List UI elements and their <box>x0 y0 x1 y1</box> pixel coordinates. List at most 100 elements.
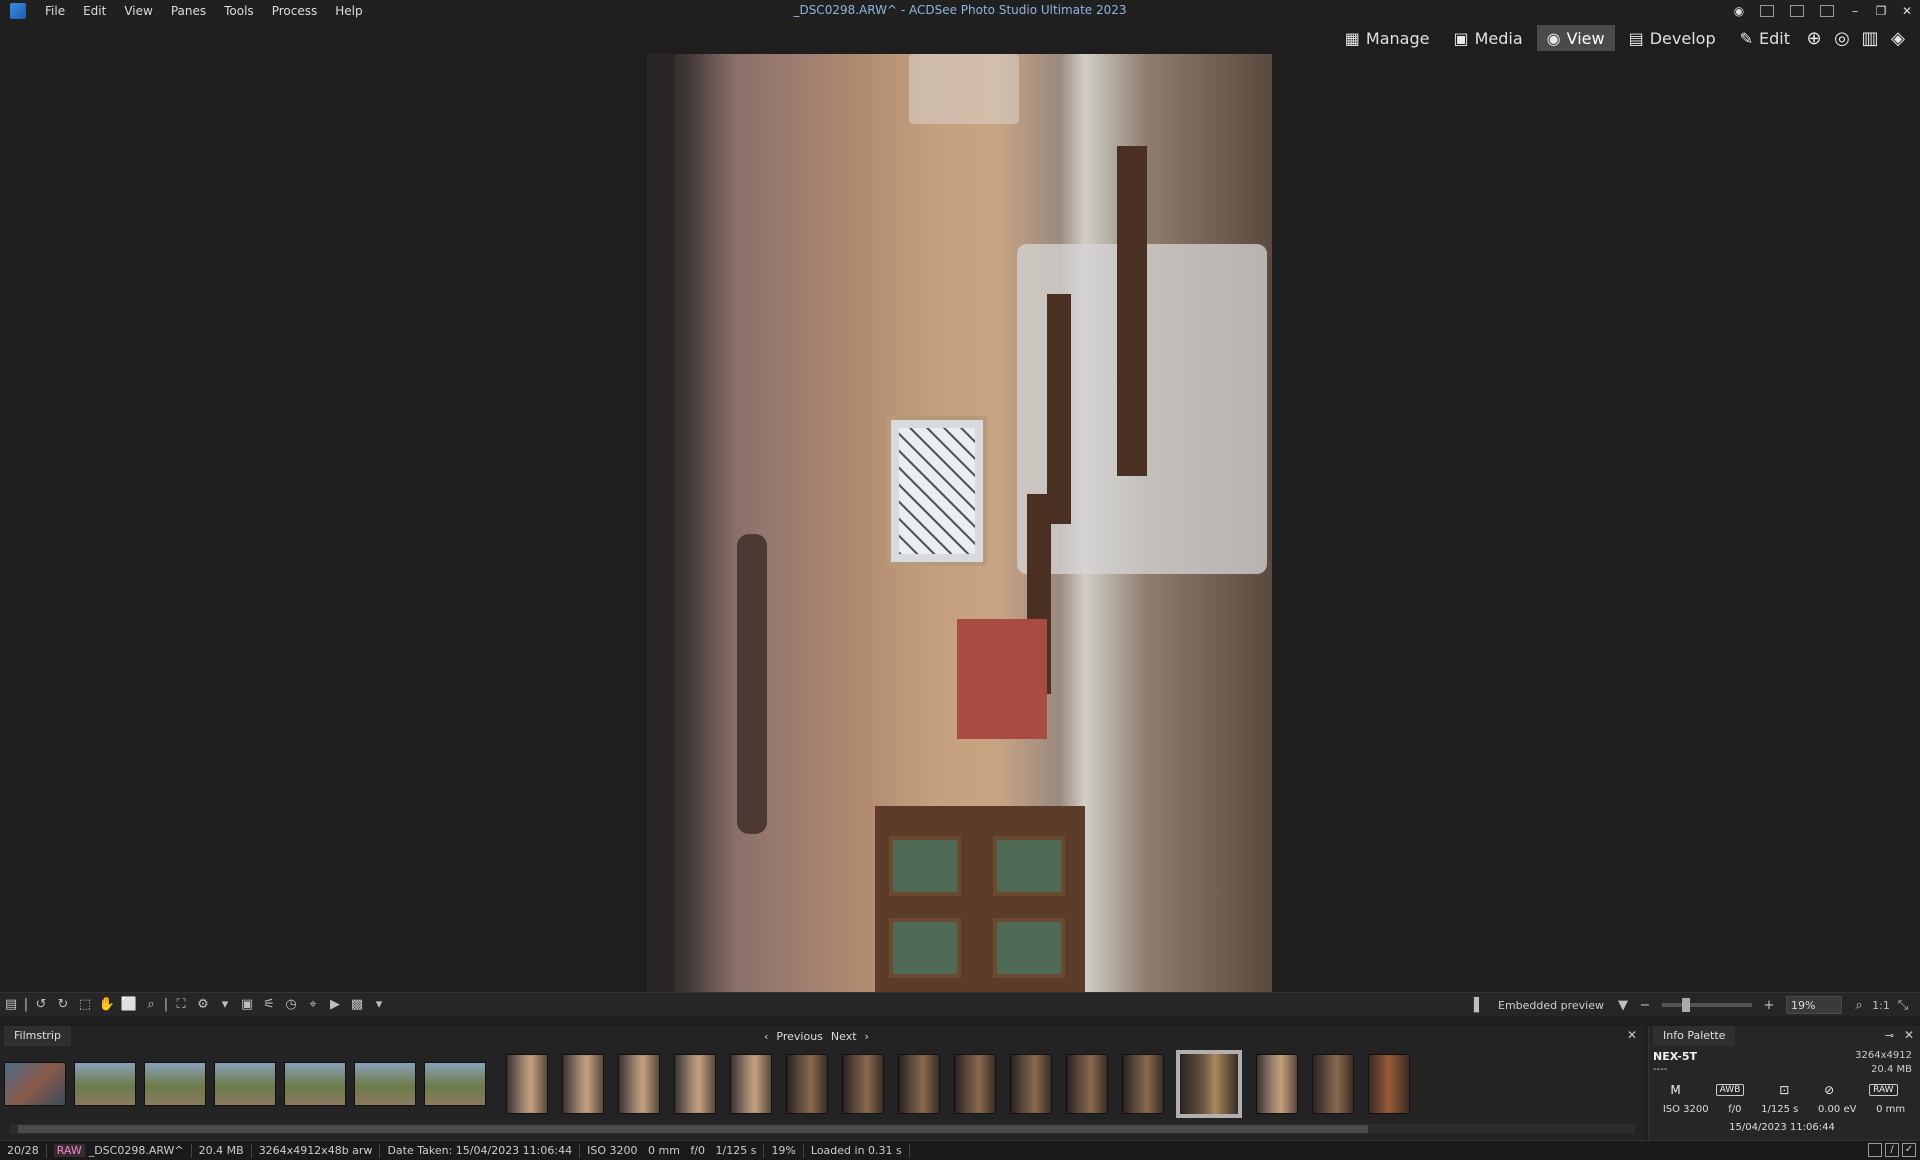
thumbnail[interactable] <box>1122 1054 1164 1114</box>
status-size: 20.4 MB <box>192 1143 252 1158</box>
actual-size-button[interactable]: 1:1 <box>1870 999 1892 1012</box>
menu-file[interactable]: File <box>36 4 74 18</box>
minimize-button[interactable]: – <box>1842 4 1868 18</box>
chevron-down-icon[interactable]: ▼ <box>1612 998 1634 1013</box>
status-date-taken: Date Taken: 15/04/2023 11:06:44 <box>380 1143 581 1158</box>
menu-panes[interactable]: Panes <box>162 4 215 18</box>
next-button[interactable]: Next <box>831 1030 857 1043</box>
zoom-tool-icon[interactable]: ⌕ <box>140 997 162 1012</box>
chevron-left-icon[interactable]: ‹ <box>764 1030 768 1043</box>
tag-slash-icon[interactable]: / <box>1885 1143 1899 1157</box>
thumbnail[interactable] <box>1312 1054 1354 1114</box>
globe-icon[interactable]: ⊕ <box>1800 28 1828 49</box>
privacy-eye-icon[interactable]: ◈ <box>1884 28 1912 49</box>
tag-check-icon[interactable]: ✓ <box>1902 1143 1916 1157</box>
slideshow-icon[interactable]: ▶ <box>324 997 346 1012</box>
thumbnail[interactable] <box>1368 1054 1410 1114</box>
mode-edit-button[interactable]: ✎ Edit <box>1730 25 1800 51</box>
thumbnail[interactable] <box>214 1062 276 1106</box>
thumbnail[interactable] <box>506 1054 548 1114</box>
info-palette-title[interactable]: Info Palette <box>1653 1026 1736 1046</box>
fullscreen-icon[interactable]: ⛶ <box>170 997 192 1012</box>
split-view-icon[interactable]: ▌ <box>1468 998 1490 1013</box>
adjust-icon[interactable]: ⚟ <box>258 997 280 1012</box>
menu-help[interactable]: Help <box>326 4 371 18</box>
mode-view-button[interactable]: ◉ View <box>1536 25 1615 51</box>
develop-icon: ▤ <box>1628 28 1644 48</box>
thumbnail[interactable] <box>562 1054 604 1114</box>
status-shutter: 1/125 s <box>715 1143 757 1157</box>
mode-develop-button[interactable]: ▤ Develop <box>1619 25 1726 51</box>
save-icon[interactable]: ▤ <box>0 997 22 1012</box>
filmstrip-scrollbar-thumb[interactable] <box>18 1125 1368 1133</box>
rotate-left-icon[interactable]: ↺ <box>30 997 52 1012</box>
crop-icon[interactable]: ⬚ <box>74 997 96 1012</box>
pin-icon[interactable]: ⊸ <box>1885 1029 1894 1042</box>
thumbnail[interactable] <box>284 1062 346 1106</box>
thumbnail[interactable] <box>842 1054 884 1114</box>
thumbnail[interactable] <box>898 1054 940 1114</box>
thumbnail[interactable] <box>74 1062 136 1106</box>
photo-preview[interactable] <box>647 54 1272 992</box>
viewer-toolbar: ▤ | ↺ ↻ ⬚ ✋ ⬜ ⌕ | ⛶ ⚙ ▾ ▣ ⚟ ◷ ⌖ ▶ ▩ ▾ ▌ … <box>0 992 1920 1016</box>
photo-detail <box>1117 146 1147 476</box>
layout-right-pane-icon[interactable] <box>1820 5 1834 17</box>
hand-tool-icon[interactable]: ✋ <box>96 997 118 1012</box>
restore-button[interactable]: ❐ <box>1868 4 1894 18</box>
chevron-right-icon[interactable]: › <box>865 1030 869 1043</box>
focus-icon[interactable]: ⌖ <box>302 997 324 1012</box>
chevron-down-icon[interactable]: ▾ <box>214 997 236 1012</box>
info-palette-close-button[interactable]: ✕ <box>1904 1028 1914 1042</box>
filmstrip-tab[interactable]: Filmstrip <box>4 1026 71 1046</box>
zoom-slider[interactable] <box>1662 998 1752 1012</box>
magnifier-icon[interactable]: ⌕ <box>1848 998 1870 1013</box>
rotate-right-icon[interactable]: ↻ <box>52 997 74 1012</box>
dashboard-chart-icon[interactable]: ▥ <box>1856 28 1884 49</box>
aperture-value: f/0 <box>1728 1104 1742 1115</box>
menu-process[interactable]: Process <box>263 4 327 18</box>
thumbnail[interactable] <box>1066 1054 1108 1114</box>
previous-button[interactable]: Previous <box>776 1030 823 1043</box>
fit-screen-icon[interactable]: ⤡ <box>1892 998 1914 1013</box>
thumbnail-selected[interactable] <box>1176 1050 1242 1118</box>
filmstrip-scrollbar[interactable] <box>10 1124 1635 1134</box>
thumbnail[interactable] <box>730 1054 772 1114</box>
menu-edit[interactable]: Edit <box>74 4 115 18</box>
thumbnail[interactable] <box>786 1054 828 1114</box>
clock-icon[interactable]: ◷ <box>280 997 302 1012</box>
photo-detail <box>899 428 975 554</box>
select-tool-icon[interactable]: ⬜ <box>118 997 140 1012</box>
thumbnail[interactable] <box>674 1054 716 1114</box>
thumbnail[interactable] <box>144 1062 206 1106</box>
zoom-out-icon[interactable]: − <box>1634 998 1656 1013</box>
screen-icon[interactable]: ▩ <box>346 997 368 1012</box>
tag-empty-icon[interactable] <box>1868 1143 1882 1157</box>
compare-icon[interactable]: ▣ <box>236 997 258 1012</box>
365-icon[interactable]: ◎ <box>1828 28 1856 49</box>
settings-gear-icon[interactable]: ⚙ <box>192 997 214 1012</box>
embedded-preview-label[interactable]: Embedded preview <box>1498 999 1604 1012</box>
info-palette-body: NEX-5T ---- 3264x4912 20.4 MB M AWB ⊡ ⊘ … <box>1649 1046 1920 1133</box>
zoom-in-icon[interactable]: + <box>1758 998 1780 1013</box>
thumbnail[interactable] <box>954 1054 996 1114</box>
thumbnail[interactable] <box>618 1054 660 1114</box>
menu-view[interactable]: View <box>115 4 161 18</box>
user-account-icon[interactable]: ◉ <box>1726 4 1752 18</box>
layout-bottom-pane-icon[interactable] <box>1790 5 1804 17</box>
thumbnail[interactable] <box>4 1062 66 1106</box>
thumbnail[interactable] <box>424 1062 486 1106</box>
thumbnail[interactable] <box>1256 1054 1298 1114</box>
zoom-slider-thumb[interactable] <box>1682 998 1690 1012</box>
mode-manage-button[interactable]: ▦ Manage <box>1335 25 1440 51</box>
close-button[interactable]: ✕ <box>1894 4 1920 18</box>
mode-media-button[interactable]: ▣ Media <box>1443 25 1532 51</box>
thumbnail[interactable] <box>354 1062 416 1106</box>
media-icon: ▣ <box>1453 28 1469 48</box>
layout-left-pane-icon[interactable] <box>1760 5 1774 17</box>
image-viewer[interactable] <box>0 54 1920 992</box>
menu-tools[interactable]: Tools <box>215 4 263 18</box>
chevron-down-icon[interactable]: ▾ <box>368 997 390 1012</box>
filmstrip-close-button[interactable]: ✕ <box>1627 1028 1637 1042</box>
zoom-select[interactable]: 19% <box>1786 996 1842 1014</box>
thumbnail[interactable] <box>1010 1054 1052 1114</box>
